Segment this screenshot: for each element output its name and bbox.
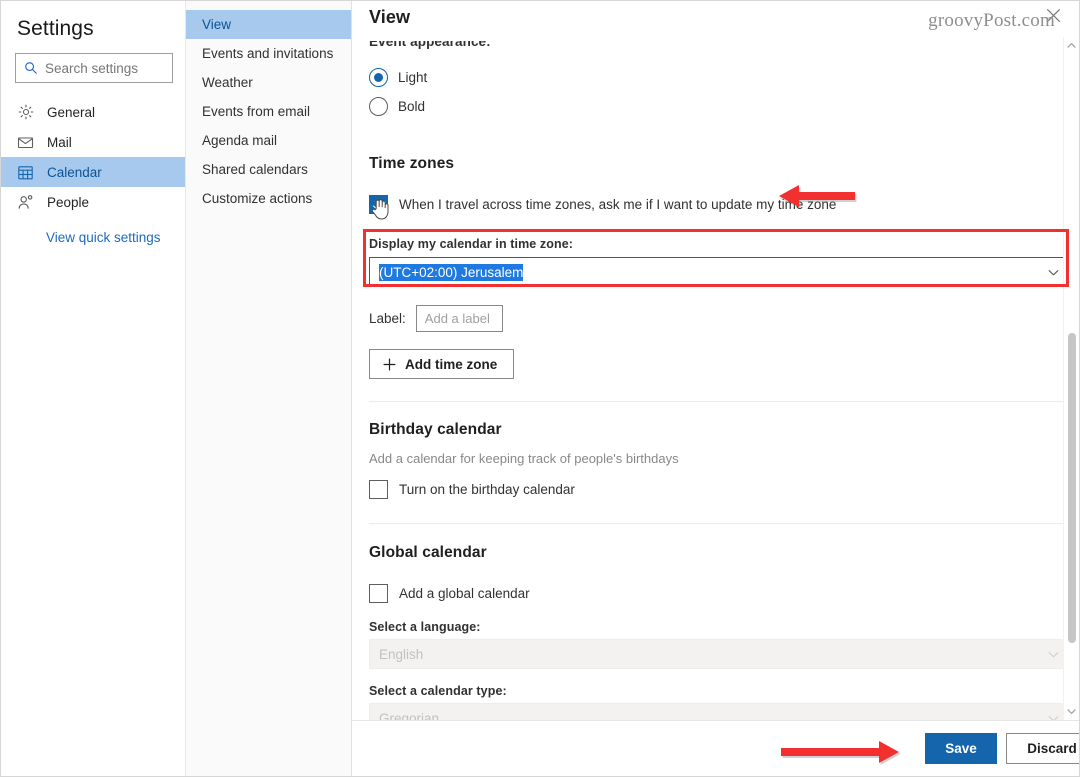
calendar-subnav: View Events and invitations Weather Even… (185, 1, 352, 776)
section-divider-1 (369, 401, 1071, 402)
scroll-down-arrow[interactable] (1064, 703, 1079, 720)
birthday-calendar-heading: Birthday calendar (369, 421, 502, 438)
main-header: View (352, 1, 1079, 37)
search-icon (25, 62, 37, 74)
add-time-zone-label: Add time zone (405, 356, 498, 372)
subnav-item-label: Shared calendars (202, 162, 308, 177)
section-divider-2 (369, 523, 1071, 524)
sidebar-item-label: Calendar (47, 164, 102, 180)
global-calendar-checkbox[interactable]: Add a global calendar (369, 584, 1079, 603)
display-timezone-dropdown[interactable]: (UTC+02:00) Jerusalem (369, 257, 1069, 287)
birthday-calendar-description: Add a calendar for keeping track of peop… (369, 451, 679, 466)
global-calendar-heading: Global calendar (369, 544, 487, 561)
select-language-label: Select a language: (369, 620, 481, 634)
timezone-label-caption: Label: (369, 311, 406, 326)
settings-sidebar: Settings Search settings General Mail Ca… (1, 1, 185, 776)
travel-timezone-checkbox[interactable]: When I travel across time zones, ask me … (369, 195, 1079, 214)
search-placeholder: Search settings (45, 60, 139, 76)
envelope-icon (17, 134, 34, 151)
person-icon (17, 194, 34, 211)
save-button[interactable]: Save (925, 733, 997, 764)
main-panel: View Event appearance: Light Bold Time z… (352, 1, 1079, 776)
scrollbar-thumb[interactable] (1068, 333, 1076, 643)
sidebar-item-label: Mail (47, 134, 72, 150)
calendar-type-value: Gregorian (379, 710, 440, 721)
subnav-item-label: Agenda mail (202, 133, 278, 148)
discard-button[interactable]: Discard (1006, 733, 1079, 764)
timezone-label-placeholder: Add a label (424, 311, 490, 326)
chevron-down-icon (1048, 715, 1059, 720)
language-value: English (379, 646, 424, 662)
close-icon[interactable] (1045, 7, 1062, 24)
subnav-item-label: Customize actions (202, 191, 313, 206)
gear-icon (17, 104, 34, 121)
sidebar-item-general[interactable]: General (1, 97, 185, 127)
scroll-up-arrow[interactable] (1064, 37, 1079, 54)
subnav-item-events-and-invitations[interactable]: Events and invitations (186, 39, 351, 68)
sidebar-item-label: People (47, 194, 90, 210)
sidebar-item-mail[interactable]: Mail (1, 127, 185, 157)
settings-content: Event appearance: Light Bold Time zones … (352, 37, 1079, 720)
checkbox-label: Turn on the birthday calendar (399, 482, 575, 497)
view-quick-settings-link[interactable]: View quick settings (1, 230, 185, 245)
subnav-item-label: Events from email (202, 104, 311, 119)
subnav-item-shared-calendars[interactable]: Shared calendars (186, 155, 351, 184)
time-zones-heading: Time zones (369, 155, 455, 172)
checkbox-indicator (369, 584, 388, 603)
event-appearance-label: Event appearance: (369, 41, 491, 49)
birthday-calendar-checkbox[interactable]: Turn on the birthday calendar (369, 480, 1079, 499)
display-timezone-label-wrap: Display my calendar in time zone: (369, 237, 1079, 251)
calendar-icon (17, 164, 34, 181)
radio-indicator (369, 97, 388, 116)
checkbox-indicator (369, 195, 388, 214)
sidebar-item-calendar[interactable]: Calendar (1, 157, 185, 187)
main-header-title: View (369, 7, 411, 27)
checkbox-label: Add a global calendar (399, 586, 530, 601)
display-timezone-label: Display my calendar in time zone: (369, 237, 574, 251)
content-scrollbar[interactable] (1063, 37, 1079, 720)
radio-option-bold[interactable]: Bold (369, 92, 1079, 121)
subnav-item-label: Weather (202, 75, 253, 90)
search-input[interactable]: Search settings (15, 53, 173, 83)
checkbox-indicator (369, 480, 388, 499)
subnav-item-label: Events and invitations (202, 46, 334, 61)
radio-indicator (369, 68, 388, 87)
chevron-down-icon (1048, 269, 1059, 275)
action-bar: Save Discard (352, 720, 1079, 776)
subnav-item-label: View (202, 17, 232, 32)
subnav-item-weather[interactable]: Weather (186, 68, 351, 97)
timezone-label-field-row: Label: Add a label (369, 305, 1079, 332)
subnav-item-events-from-email[interactable]: Events from email (186, 97, 351, 126)
checkbox-label: When I travel across time zones, ask me … (399, 197, 837, 212)
timezone-label-input[interactable]: Add a label (415, 305, 503, 332)
sidebar-item-label: General (47, 104, 96, 120)
language-dropdown[interactable]: English (369, 639, 1069, 669)
plus-icon (383, 358, 396, 370)
page-title: Settings (17, 17, 94, 40)
sidebar-item-people[interactable]: People (1, 187, 185, 217)
display-timezone-value: (UTC+02:00) Jerusalem (379, 263, 524, 281)
radio-label: Light (398, 70, 428, 85)
subnav-item-agenda-mail[interactable]: Agenda mail (186, 126, 351, 155)
subnav-item-view[interactable]: View (186, 10, 351, 39)
radio-option-light[interactable]: Light (369, 63, 1079, 92)
add-time-zone-button[interactable]: Add time zone (369, 349, 515, 379)
subnav-item-customize-actions[interactable]: Customize actions (186, 184, 351, 213)
settings-window: Settings Search settings General Mail Ca… (0, 0, 1080, 777)
calendar-type-dropdown[interactable]: Gregorian (369, 703, 1069, 720)
select-calendar-type-label: Select a calendar type: (369, 684, 507, 698)
chevron-down-icon (1048, 651, 1059, 657)
radio-label: Bold (398, 99, 426, 114)
